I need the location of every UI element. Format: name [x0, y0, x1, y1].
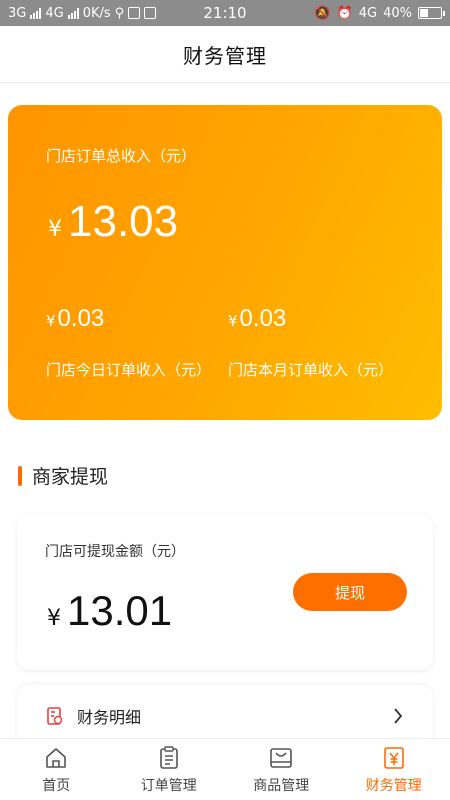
tab-label: 订单管理	[140, 777, 197, 794]
battery-percent: 40%	[383, 5, 412, 21]
chevron-right-icon	[393, 708, 403, 724]
bottom-tab-bar: 首页 订单管理 商品管理 财务管理	[0, 738, 450, 800]
signal-icon	[30, 7, 42, 19]
status-bar: 3G 4G 0K/s ⚲ 21:10 🔕 ⏰ 4G 40%	[0, 0, 450, 26]
currency-symbol: ¥	[46, 312, 56, 330]
header-bar: 财务管理	[0, 26, 450, 83]
usb-icon: ⚲	[114, 5, 125, 21]
product-icon	[269, 745, 293, 771]
finance-icon	[383, 745, 405, 771]
sim-icon	[144, 7, 157, 19]
order-icon	[159, 745, 179, 771]
mute-icon: 🔕	[314, 5, 331, 21]
ledger-icon	[47, 707, 63, 725]
network-type-1: 3G	[8, 5, 27, 21]
alarm-icon: ⏰	[336, 5, 353, 21]
network-speed: 0K/s	[82, 5, 111, 21]
network-type-2: 4G	[45, 5, 64, 21]
tab-label: 财务管理	[365, 777, 422, 794]
total-income: ¥ 13.03	[48, 197, 178, 247]
currency-symbol: ¥	[47, 606, 61, 631]
finance-detail-label: 财务明细	[77, 708, 142, 727]
tab-label: 首页	[42, 777, 71, 794]
home-icon	[44, 745, 68, 771]
withdrawable-label: 门店可提现金额（元）	[45, 544, 185, 560]
today-income-label: 门店今日订单收入（元）	[46, 361, 212, 379]
battery-icon	[418, 7, 445, 19]
withdraw-section-header: 商家提现	[18, 462, 108, 489]
page-title: 财务管理	[183, 43, 267, 68]
total-income-label: 门店订单总收入（元）	[46, 147, 197, 165]
tab-home[interactable]: 首页	[0, 739, 113, 800]
tab-label: 商品管理	[253, 777, 310, 794]
total-income-value: 13.03	[68, 197, 179, 246]
withdraw-button[interactable]: 提现	[293, 573, 407, 611]
withdraw-section-title: 商家提现	[32, 466, 109, 488]
today-income: ¥ 0.03	[46, 305, 104, 333]
income-summary-card: 门店订单总收入（元） ¥ 13.03 ¥ 0.03 门店今日订单收入（元） ¥ …	[8, 105, 442, 420]
currency-symbol: ¥	[228, 312, 238, 330]
month-income: ¥ 0.03	[228, 305, 286, 333]
withdrawable-amount: ¥ 13.01	[47, 587, 172, 635]
today-income-value: 0.03	[57, 305, 105, 332]
tab-finance[interactable]: 财务管理	[338, 739, 450, 800]
signal-icon-2	[67, 7, 79, 19]
app-notification-icon	[128, 7, 141, 19]
month-income-label: 门店本月订单收入（元）	[228, 361, 394, 379]
tab-products[interactable]: 商品管理	[225, 739, 338, 800]
withdraw-card: 门店可提现金额（元） ¥ 13.01 提现	[17, 515, 433, 670]
section-accent-bar	[18, 465, 22, 486]
withdrawable-value: 13.01	[67, 587, 173, 634]
network-type-3: 4G	[358, 5, 378, 21]
tab-orders[interactable]: 订单管理	[113, 739, 226, 800]
month-income-value: 0.03	[239, 305, 287, 332]
currency-symbol: ¥	[48, 217, 62, 242]
